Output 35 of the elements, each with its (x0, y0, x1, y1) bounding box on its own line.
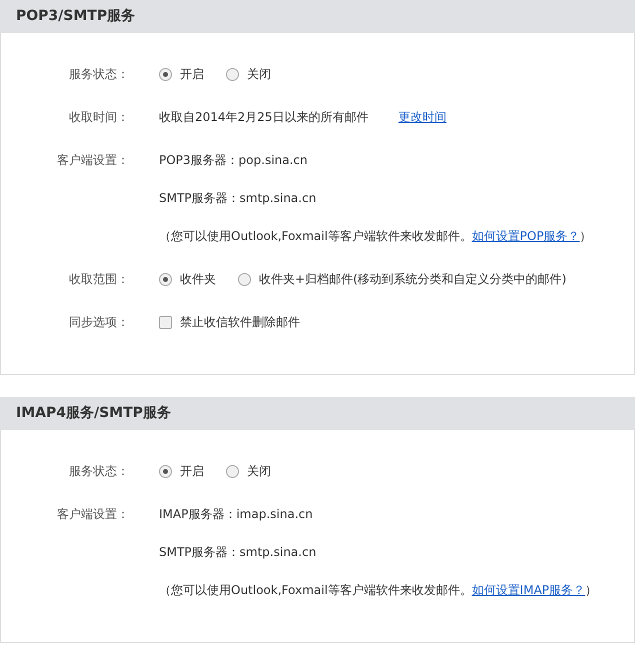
field-label: 客户端设置： (57, 153, 129, 167)
change-time-link[interactable]: 更改时间 (398, 110, 446, 124)
radio-icon[interactable] (238, 272, 251, 286)
checkbox[interactable] (159, 316, 172, 328)
radio-option[interactable]: 收件夹+归档邮件(移动到系统分类和自定义分类中的邮件) (238, 269, 566, 289)
radio-option[interactable]: 开启 (159, 64, 204, 84)
help-link[interactable]: 如何设置POP服务？ (472, 229, 580, 243)
radio-icon[interactable] (159, 464, 172, 478)
section-header: POP3/SMTP服务 (0, 0, 635, 33)
field-label: 服务状态： (69, 67, 129, 81)
server-address: SMTP服务器：smtp.sina.cn (159, 544, 318, 561)
radio-option[interactable]: 开启 (159, 461, 204, 481)
field-label: 收取范围： (69, 272, 129, 286)
radio-option[interactable]: 关闭 (226, 64, 271, 84)
hint-text: （您可以使用Outlook,Foxmail等客户端软件来收发邮件。 (159, 229, 472, 243)
radio-icon[interactable] (226, 464, 239, 478)
checkbox-option[interactable]: 禁止收信软件删除邮件 (159, 312, 300, 332)
closing-paren: ） (580, 229, 592, 243)
section-header: IMAP4服务/SMTP服务 (0, 397, 635, 430)
field-label: 收取时间： (69, 110, 129, 124)
radio-icon[interactable] (226, 68, 239, 80)
radio-option[interactable]: 收件夹 (159, 269, 216, 289)
hint-text: （您可以使用Outlook,Foxmail等客户端软件来收发邮件。 (159, 583, 472, 597)
server-address: POP3服务器：pop.sina.cn (159, 152, 309, 169)
field-label: 服务状态： (69, 464, 129, 478)
radio-icon[interactable] (159, 272, 172, 286)
server-address: SMTP服务器：smtp.sina.cn (159, 190, 318, 207)
receive-time-text: 收取自2014年2月25日以来的所有邮件 (159, 110, 368, 124)
closing-paren: ） (585, 583, 598, 597)
radio-option[interactable]: 关闭 (226, 461, 271, 481)
field-label: 客户端设置： (57, 507, 129, 521)
field-label: 同步选项： (69, 315, 129, 329)
help-link[interactable]: 如何设置IMAP服务？ (472, 583, 586, 597)
server-address: IMAP服务器：imap.sina.cn (159, 506, 314, 523)
radio-icon[interactable] (159, 68, 172, 80)
